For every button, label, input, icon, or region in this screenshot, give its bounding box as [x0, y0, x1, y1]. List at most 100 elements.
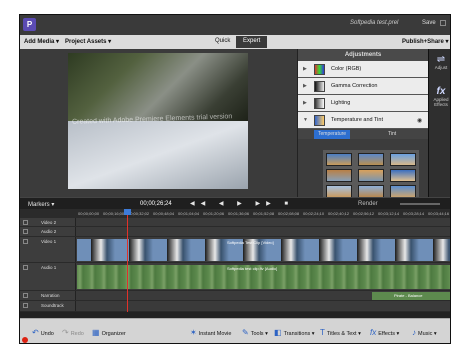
titles-text-icon: T	[320, 328, 325, 337]
markers-menu[interactable]: Markers ▾	[28, 201, 54, 208]
adjustment-color-rgb[interactable]: ▶ Color (RGB)	[298, 61, 428, 78]
publish-share-menu[interactable]: Publish+Share ▾	[402, 38, 449, 45]
sliders-icon: ⇌	[436, 54, 446, 65]
track-soundtrack[interactable]: Soundtrack	[20, 301, 450, 312]
tools-label: Tools ▾	[250, 331, 268, 337]
track-video-2[interactable]: Video 2	[20, 218, 450, 227]
track-header: Audio 1	[20, 263, 76, 290]
music-note-icon[interactable]	[23, 303, 28, 308]
save-button[interactable]: Save	[422, 20, 436, 26]
fx-icon: fx	[436, 86, 446, 97]
preset-thumbnail[interactable]	[390, 153, 416, 166]
ruler-tick: 00;00;48;04	[153, 211, 175, 216]
audio-clip[interactable]: Pirate - Balance	[372, 292, 450, 300]
organizer-label: Organizer	[101, 331, 126, 337]
applied-effects-button[interactable]: fx Applied Effects	[429, 83, 450, 113]
track-name: Video 2	[41, 220, 57, 225]
track-narration[interactable]: Narration Pirate - Balance	[20, 291, 450, 301]
titles-text-button[interactable]: T Titles & Text ▾	[320, 328, 361, 337]
transitions-label: Transitions ▾	[283, 331, 315, 337]
chevron-right-icon: ▶	[303, 66, 307, 72]
music-button[interactable]: ♪ Music ▾	[412, 328, 437, 337]
track-audio-1[interactable]: Audio 1 Softpedia test clip.flv [Audio]	[20, 263, 450, 291]
zoom-slider[interactable]	[400, 203, 440, 205]
action-bar: ↶ Undo ↷ Redo ▦ Organizer ✶ Instant Movie ✎ T…	[20, 318, 450, 343]
organizer-button[interactable]: ▦ Organizer	[92, 328, 126, 337]
preset-thumbnail[interactable]	[390, 169, 416, 182]
adjust-button[interactable]: ⇌ Adjust	[429, 51, 450, 81]
track-name: Soundtrack	[41, 303, 64, 308]
transport-controls-icon[interactable]: ◀◀ ◀ ▶ ▶▶ ■	[190, 200, 294, 207]
adjustment-label: Color (RGB)	[331, 66, 362, 72]
playhead-handle[interactable]	[124, 209, 131, 215]
preset-thumbnail[interactable]	[326, 169, 352, 182]
tab-temperature[interactable]: Temperature	[314, 130, 351, 139]
adjustments-title: Adjustments	[298, 49, 428, 61]
playhead[interactable]	[127, 209, 128, 313]
temperature-icon	[314, 115, 325, 126]
expert-mode-tab[interactable]: Expert	[236, 36, 268, 48]
quick-mode-tab[interactable]: Quick	[208, 36, 237, 48]
ruler-tick: 00;00;00;00	[78, 211, 100, 216]
transitions-icon: ◧	[274, 328, 282, 337]
ruler-tick: 00;03;44;16	[428, 211, 450, 216]
ruler-tick: 00;01;20;06	[203, 211, 225, 216]
track-name: Audio 1	[41, 265, 57, 270]
clip-label: Softpedia Test Clip [Video]	[227, 240, 274, 245]
video-top-region	[68, 53, 248, 121]
titles-text-label: Titles & Text ▾	[326, 331, 361, 337]
organizer-icon: ▦	[92, 328, 100, 337]
transitions-button[interactable]: ◧ Transitions ▾	[274, 328, 315, 337]
track-header: Soundtrack	[20, 301, 76, 311]
timeline-toolbar: Markers ▾ 00;00;26;24 ◀◀ ◀ ▶ ▶▶ ■ Render	[20, 197, 450, 209]
effects-label: Effects ▾	[378, 331, 400, 337]
preset-thumbnails	[323, 150, 419, 198]
undo-button[interactable]: ↶ Undo	[32, 328, 54, 337]
adjust-label: Adjust	[434, 65, 448, 70]
ruler-tick: 00;01;52;08	[253, 211, 275, 216]
eye-icon[interactable]	[23, 220, 28, 225]
track-video-1[interactable]: Video 1 Softpedia Test Clip [Video]	[20, 237, 450, 263]
record-indicator-icon	[22, 337, 28, 343]
title-bar: P Softpedia test.prel Save	[20, 15, 450, 35]
adjustment-temperature-tint[interactable]: ▼ Temperature and Tint ◉	[298, 112, 428, 129]
fx-icon: fx	[370, 328, 377, 337]
tools-button[interactable]: ✎ Tools ▾	[242, 328, 268, 337]
speaker-icon[interactable]	[23, 229, 28, 234]
preset-thumbnail[interactable]	[358, 169, 384, 182]
instant-movie-button[interactable]: ✶ Instant Movie	[190, 328, 231, 337]
redo-button[interactable]: ↷ Redo	[62, 328, 84, 337]
window-control-icon[interactable]	[440, 20, 446, 26]
chevron-right-icon: ▶	[303, 100, 307, 106]
add-media-menu[interactable]: Add Media ▾	[24, 38, 59, 45]
adjustment-lighting[interactable]: ▶ Lighting	[298, 95, 428, 112]
tab-tint[interactable]: Tint	[384, 130, 400, 139]
time-ruler: 00;00;00;00 00;00;16;00 00;00;32;02 00;0…	[20, 209, 450, 218]
audio-clip[interactable]: Softpedia test clip.flv [Audio]	[77, 265, 450, 289]
speaker-icon[interactable]	[23, 265, 28, 270]
project-assets-menu[interactable]: Project Assets ▾	[65, 38, 111, 45]
microphone-icon[interactable]	[23, 293, 28, 298]
lighting-icon	[314, 98, 325, 109]
preset-thumbnail[interactable]	[326, 153, 352, 166]
temperature-tint-tabs: Temperature Tint	[298, 129, 428, 139]
gamma-icon	[314, 81, 325, 92]
timeline-tracks: Video 2 Audio 2 Video 1 Softpedia Test C…	[20, 218, 450, 312]
effects-button[interactable]: fx Effects ▾	[370, 328, 399, 337]
track-audio-2[interactable]: Audio 2	[20, 227, 450, 237]
undo-label: Undo	[40, 331, 54, 337]
eye-icon[interactable]: ◉	[417, 117, 422, 124]
preset-thumbnail[interactable]	[358, 153, 384, 166]
instant-movie-icon: ✶	[190, 328, 197, 337]
eye-icon[interactable]	[23, 239, 28, 244]
video-clip[interactable]: Softpedia Test Clip [Video]	[77, 239, 450, 261]
music-note-icon: ♪	[412, 328, 416, 337]
adjustment-gamma-correction[interactable]: ▶ Gamma Correction	[298, 78, 428, 95]
ruler-tick: 00;01;36;06	[228, 211, 250, 216]
clip-label: Softpedia test clip.flv [Audio]	[227, 266, 278, 271]
render-button[interactable]: Render	[358, 201, 378, 207]
premiere-elements-icon: P	[23, 18, 36, 31]
track-name: Narration	[41, 293, 60, 298]
tools-icon: ✎	[242, 328, 249, 337]
clip-label: Pirate - Balance	[394, 293, 423, 298]
